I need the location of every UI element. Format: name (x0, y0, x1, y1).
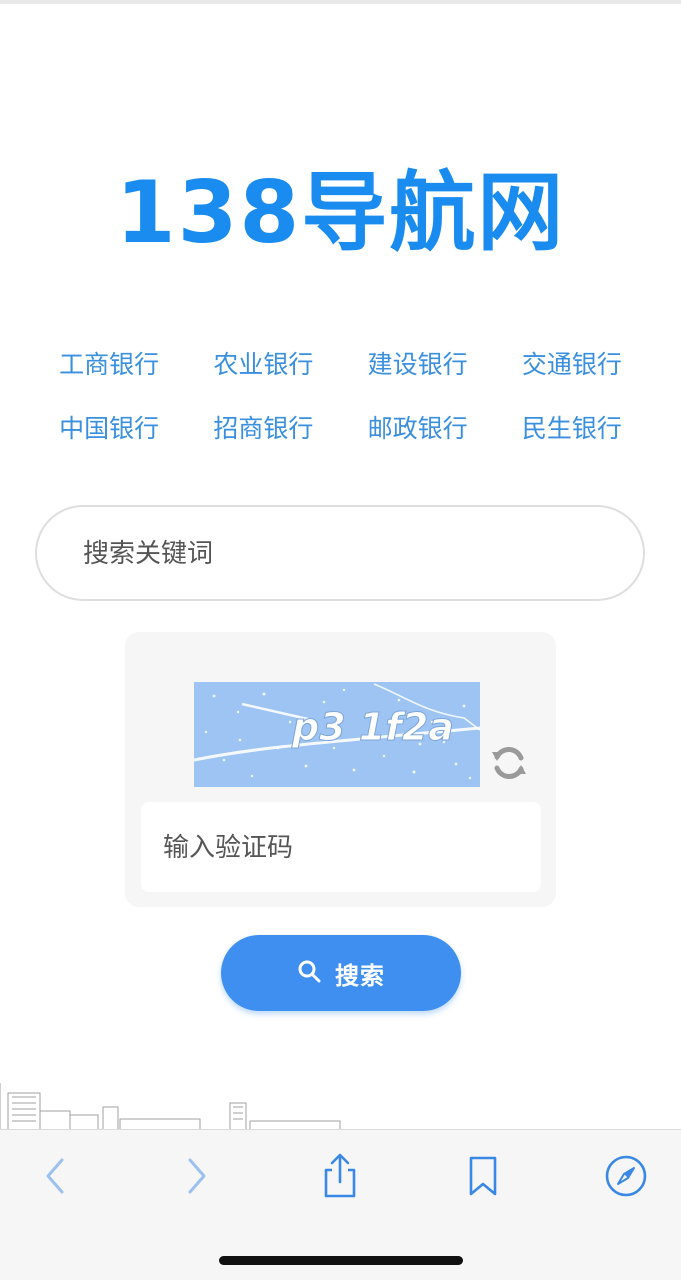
skyline-illustration (0, 1075, 681, 1130)
search-input[interactable] (81, 529, 605, 579)
bank-links-grid: 工商银行 农业银行 建设银行 交通银行 中国银行 招商银行 邮政银行 民生银行 (32, 345, 649, 449)
chevron-right-icon[interactable] (169, 1148, 225, 1204)
search-box (35, 505, 645, 601)
bank-link-boc[interactable]: 中国银行 (32, 409, 186, 449)
captcha-text: p3 1f2a (291, 705, 454, 749)
share-icon[interactable] (312, 1148, 368, 1204)
bank-link-cmb[interactable]: 招商银行 (186, 409, 340, 449)
captcha-input-wrapper (141, 802, 541, 892)
search-icon (297, 959, 321, 987)
search-button-label: 搜索 (335, 961, 385, 990)
top-divider (0, 0, 681, 4)
chevron-left-icon[interactable] (27, 1148, 83, 1204)
compass-icon[interactable] (598, 1148, 654, 1204)
bookmark-icon[interactable] (455, 1148, 511, 1204)
captcha-image[interactable]: p3 1f2a (194, 682, 480, 787)
bank-link-abc[interactable]: 农业银行 (186, 345, 340, 385)
site-logo[interactable]: 138导航网 (0, 158, 681, 268)
page: 138导航网 工商银行 农业银行 建设银行 交通银行 中国银行 招商银行 邮政银… (0, 0, 681, 1280)
search-button[interactable]: 搜索 (221, 935, 461, 1011)
bank-link-ccb[interactable]: 建设银行 (341, 345, 495, 385)
refresh-icon[interactable] (490, 744, 528, 782)
bank-link-bocom[interactable]: 交通银行 (495, 345, 649, 385)
bank-link-icbc[interactable]: 工商银行 (32, 345, 186, 385)
captcha-input[interactable] (161, 822, 525, 874)
captcha-panel: p3 1f2a (125, 632, 556, 907)
bank-link-cmbc[interactable]: 民生银行 (495, 409, 649, 449)
home-indicator (219, 1256, 463, 1265)
bank-link-psbc[interactable]: 邮政银行 (341, 409, 495, 449)
